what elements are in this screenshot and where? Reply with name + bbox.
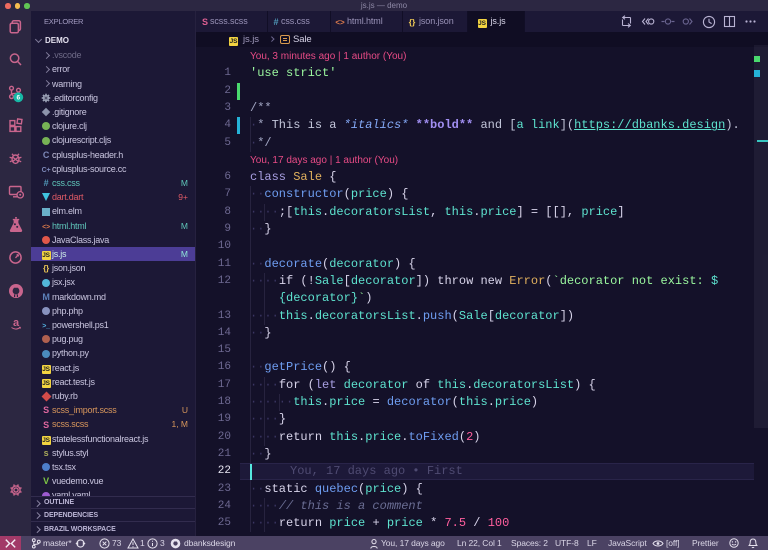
svg-text:6: 6 bbox=[16, 95, 20, 102]
svg-text:a: a bbox=[12, 317, 19, 329]
